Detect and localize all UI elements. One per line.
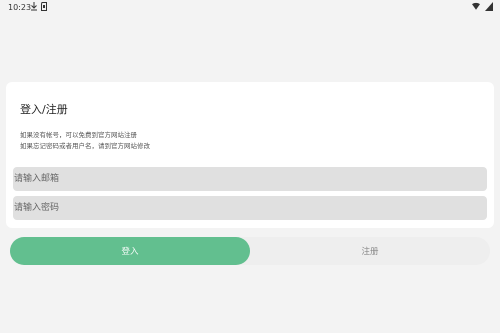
battery-icon <box>485 2 493 11</box>
page-title: 登入/注册 <box>20 103 68 116</box>
sd-card-icon <box>41 2 47 11</box>
register-button-label: 注册 <box>361 247 379 257</box>
wifi-icon <box>472 2 480 10</box>
email-field[interactable] <box>13 167 487 191</box>
action-button-group: 登入 注册 <box>10 237 490 265</box>
login-card: 登入/注册 如果没有帐号，可以免费到官方网站注册 如果忘记密码或者用户名，请到官… <box>6 82 494 228</box>
login-button[interactable]: 登入 <box>10 237 250 265</box>
password-field[interactable] <box>13 196 487 220</box>
register-hint: 如果没有帐号，可以免费到官方网站注册 <box>20 131 137 139</box>
register-button[interactable]: 注册 <box>250 237 490 265</box>
forgot-password-hint: 如果忘记密码或者用户名，请到官方网站修改 <box>20 142 150 150</box>
login-button-label: 登入 <box>121 247 139 257</box>
status-time: 10:23 <box>8 3 32 12</box>
download-icon <box>31 2 37 11</box>
status-bar: 10:23 <box>0 0 500 14</box>
